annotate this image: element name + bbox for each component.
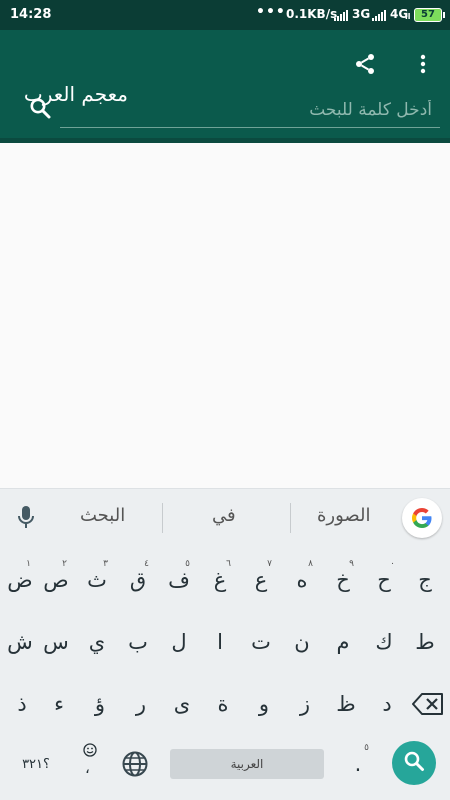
symbols-key[interactable]: ؟٣٢١	[12, 739, 60, 789]
key-alef[interactable]: ا	[200, 617, 240, 667]
key-hint: ٢	[62, 559, 67, 569]
key-haa[interactable]: ٠ح	[364, 555, 404, 605]
network-4g-suffix: ıl	[405, 12, 411, 21]
key-label: غ	[213, 568, 227, 592]
key-hint: ٥	[185, 559, 190, 569]
network-speed: 0.1KB/s	[286, 7, 338, 21]
key-meem[interactable]: م	[323, 617, 363, 667]
signal-icon	[334, 9, 348, 21]
key-label: خ	[336, 568, 350, 592]
signal-icon	[372, 9, 386, 21]
share-icon[interactable]	[349, 48, 381, 80]
key-dal[interactable]: د	[367, 679, 407, 729]
space-label: العربية	[230, 757, 264, 771]
key-khaa[interactable]: ٩خ	[323, 555, 363, 605]
key-hint: ١	[26, 559, 31, 569]
key-kaf[interactable]: ك	[364, 617, 404, 667]
backspace-icon[interactable]	[408, 679, 448, 729]
suggestion-item[interactable]: البحث	[80, 505, 125, 526]
space-bar[interactable]: العربية	[170, 749, 324, 779]
key-hint: ٤	[144, 559, 149, 569]
mic-icon[interactable]	[10, 501, 42, 533]
key-taa[interactable]: ط	[405, 617, 445, 667]
keyboard: ج ٠ح ٩خ ٨ه ٧ع ٦غ ٥ف ٤ق ٣ث ٢ص ١ض ط ك م ن …	[0, 545, 450, 800]
key-thal[interactable]: ذ	[2, 679, 42, 729]
emoji-key[interactable]: ،	[70, 739, 110, 789]
results-area	[0, 143, 450, 488]
key-label: ث	[87, 568, 107, 592]
key-alef-maqsura[interactable]: ى	[162, 679, 202, 729]
comma-label: ،	[85, 759, 90, 777]
key-label: ه	[296, 568, 308, 592]
search-action-button[interactable]	[392, 741, 436, 785]
search-input[interactable]	[60, 92, 440, 127]
key-hint: ٥	[364, 743, 369, 753]
status-time: 14:28	[10, 7, 52, 22]
key-sheen[interactable]: ش	[0, 617, 40, 667]
key-waw-hamza[interactable]: ؤ	[80, 679, 120, 729]
key-ta[interactable]: ت	[241, 617, 281, 667]
globe-icon[interactable]	[115, 739, 155, 789]
notification-dots: •••	[256, 4, 286, 20]
divider	[162, 503, 163, 533]
key-hint: ٦	[226, 559, 231, 569]
search-icon[interactable]	[24, 92, 56, 124]
period-key[interactable]: ٥.	[338, 739, 378, 789]
key-label: ق	[129, 568, 147, 592]
more-vert-icon[interactable]	[407, 48, 439, 80]
key-qaf[interactable]: ٤ق	[118, 555, 158, 605]
key-label: ج	[418, 568, 432, 592]
key-zaa[interactable]: ظ	[326, 679, 366, 729]
key-waw[interactable]: و	[244, 679, 284, 729]
key-zain[interactable]: ز	[285, 679, 325, 729]
suggestion-item[interactable]: في	[212, 505, 236, 526]
key-taa-marbuta[interactable]: ة	[203, 679, 243, 729]
key-ghain[interactable]: ٦غ	[200, 555, 240, 605]
battery-icon: 57	[414, 8, 445, 22]
key-hamza[interactable]: ء	[39, 679, 79, 729]
key-label: .	[354, 752, 362, 776]
key-hint: ٠	[390, 559, 395, 569]
key-ha[interactable]: ٨ه	[282, 555, 322, 605]
key-label: ف	[168, 568, 190, 592]
suggestion-item[interactable]: الصورة	[317, 505, 371, 526]
key-sad[interactable]: ٢ص	[36, 555, 76, 605]
search-field[interactable]	[60, 92, 440, 128]
key-hint: ٧	[267, 559, 272, 569]
key-label: ع	[254, 568, 268, 592]
key-yaa[interactable]: ي	[77, 617, 117, 667]
key-label: ص	[43, 568, 69, 592]
key-thaa[interactable]: ٣ث	[77, 555, 117, 605]
key-noon[interactable]: ن	[282, 617, 322, 667]
key-seen[interactable]: س	[36, 617, 76, 667]
key-hint: ٣	[103, 559, 108, 569]
key-label: ض	[7, 568, 33, 592]
key-hint: ٩	[349, 559, 354, 569]
search-icon	[402, 749, 426, 777]
key-hint: ٨	[308, 559, 313, 569]
key-dad[interactable]: ١ض	[0, 555, 40, 605]
google-icon[interactable]	[402, 498, 442, 538]
suggestion-strip: البحث في الصورة	[0, 488, 450, 545]
key-jeem[interactable]: ج	[405, 555, 445, 605]
divider	[290, 503, 291, 533]
key-lam[interactable]: ل	[159, 617, 199, 667]
key-baa[interactable]: ب	[118, 617, 158, 667]
key-label: ح	[377, 568, 391, 592]
key-raa[interactable]: ر	[121, 679, 161, 729]
status-bar: 14:28 ••• 0.1KB/s 3G 4G ıl 57	[0, 0, 450, 30]
network-type-3g: 3G	[352, 7, 371, 21]
key-ain[interactable]: ٧ع	[241, 555, 281, 605]
key-faa[interactable]: ٥ف	[159, 555, 199, 605]
